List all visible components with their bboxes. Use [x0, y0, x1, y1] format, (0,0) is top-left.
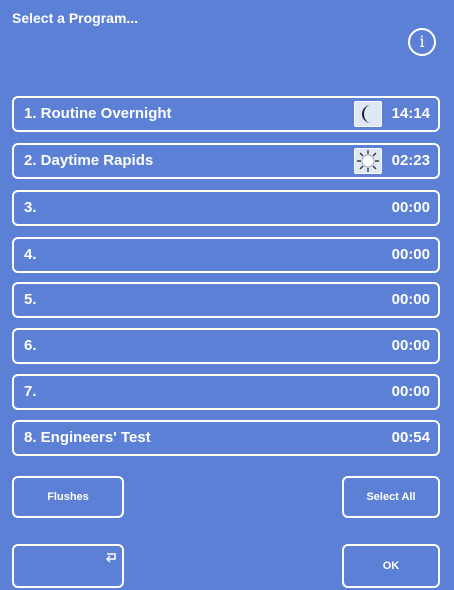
- program-name: 6.: [24, 337, 37, 354]
- sun-icon-svg: [357, 150, 379, 172]
- select-all-label: Select All: [366, 491, 416, 503]
- program-time: 00:00: [391, 199, 430, 216]
- program-2-button[interactable]: 2. Daytime Rapids 02:23: [12, 143, 440, 179]
- moon-icon-svg: [361, 105, 371, 123]
- return-arrow-icon: [104, 552, 118, 567]
- program-7-button[interactable]: 7. 00:00: [12, 374, 440, 410]
- program-name: 5.: [24, 291, 37, 308]
- program-name: 2. Daytime Rapids: [24, 152, 154, 169]
- program-name: 3.: [24, 199, 37, 216]
- flushes-button[interactable]: Flushes: [12, 476, 124, 518]
- program-4-button[interactable]: 4. 00:00: [12, 237, 440, 273]
- program-1-button[interactable]: 1. Routine Overnight 14:14: [12, 96, 440, 132]
- info-icon: i: [419, 32, 425, 51]
- program-8-button[interactable]: 8. Engineers' Test 00:54: [12, 420, 440, 456]
- program-time: 14:14: [391, 105, 430, 122]
- program-name: 7.: [24, 383, 37, 400]
- program-time: 02:23: [391, 152, 430, 169]
- program-name: 1. Routine Overnight: [24, 105, 172, 122]
- back-button[interactable]: [12, 544, 124, 588]
- program-6-button[interactable]: 6. 00:00: [12, 328, 440, 364]
- program-time: 00:54: [391, 429, 430, 446]
- page-title: Select a Program...: [12, 10, 139, 26]
- program-time: 00:00: [391, 291, 430, 308]
- program-name: 8. Engineers' Test: [24, 429, 151, 446]
- info-button[interactable]: i: [408, 28, 436, 56]
- program-time: 00:00: [391, 337, 430, 354]
- ok-button[interactable]: OK: [342, 544, 440, 588]
- moon-icon: [354, 101, 382, 127]
- ok-label: OK: [382, 560, 400, 572]
- select-all-button[interactable]: Select All: [342, 476, 440, 518]
- program-time: 00:00: [391, 246, 430, 263]
- flushes-label: Flushes: [47, 491, 89, 503]
- program-5-button[interactable]: 5. 00:00: [12, 282, 440, 318]
- program-name: 4.: [24, 246, 37, 263]
- program-3-button[interactable]: 3. 00:00: [12, 190, 440, 226]
- sun-icon: [354, 148, 382, 174]
- program-time: 00:00: [391, 383, 430, 400]
